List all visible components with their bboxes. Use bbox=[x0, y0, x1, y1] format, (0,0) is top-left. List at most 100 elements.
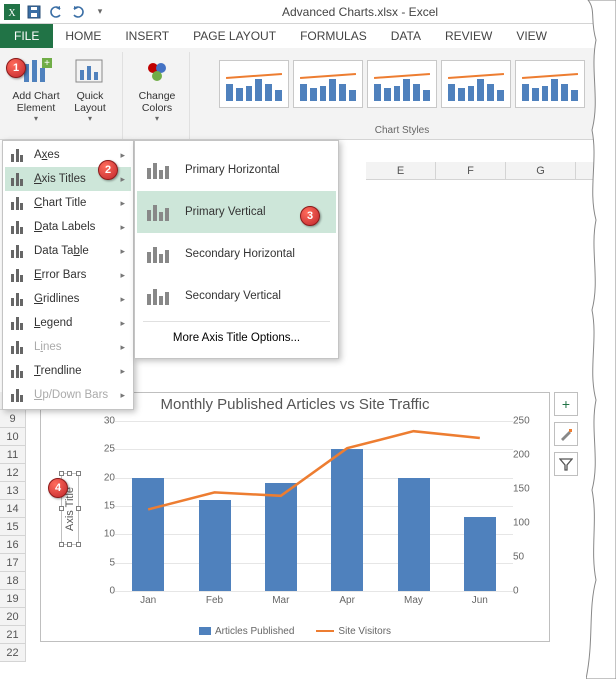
chevron-right-icon: ▸ bbox=[120, 390, 125, 401]
chart-mini-icon bbox=[11, 244, 27, 258]
chart-styles-group-label: Chart Styles bbox=[375, 123, 429, 139]
row-header[interactable]: 9 bbox=[0, 410, 26, 428]
svg-text:+: + bbox=[44, 58, 50, 69]
x-tick-label: Jun bbox=[447, 595, 513, 606]
axis-title-icon bbox=[147, 245, 171, 263]
tab-file[interactable]: FILE bbox=[0, 24, 53, 48]
chart-mini-icon bbox=[11, 388, 27, 402]
tab-view[interactable]: VIEW bbox=[504, 24, 559, 48]
column-header[interactable]: E bbox=[366, 162, 436, 179]
undo-icon[interactable] bbox=[48, 4, 64, 20]
callout-4: 4 bbox=[48, 478, 68, 498]
legend-swatch-bar bbox=[199, 627, 211, 635]
line-series[interactable] bbox=[115, 421, 513, 591]
menu-item-gridlines[interactable]: Gridlines▸ bbox=[5, 287, 131, 311]
menu-item-lines: Lines▸ bbox=[5, 335, 131, 359]
chart-style-thumb[interactable] bbox=[515, 60, 585, 108]
quick-layout-button[interactable]: Quick Layout ▾ bbox=[64, 54, 116, 123]
row-header[interactable]: 16 bbox=[0, 536, 26, 554]
axis-title-icon bbox=[147, 287, 171, 305]
chart-mini-icon bbox=[11, 148, 27, 162]
chevron-right-icon: ▸ bbox=[120, 174, 125, 185]
row-header[interactable]: 19 bbox=[0, 590, 26, 608]
change-colors-icon bbox=[141, 56, 173, 88]
callout-2: 2 bbox=[98, 160, 118, 180]
column-header[interactable]: G bbox=[506, 162, 576, 179]
tab-insert[interactable]: INSERT bbox=[113, 24, 181, 48]
chart-mini-icon bbox=[11, 316, 27, 330]
column-header[interactable]: F bbox=[436, 162, 506, 179]
chevron-right-icon: ▸ bbox=[120, 342, 125, 353]
change-colors-button[interactable]: Change Colors ▾ bbox=[131, 54, 183, 123]
save-icon[interactable] bbox=[26, 4, 42, 20]
legend-item[interactable]: Articles Published bbox=[199, 626, 294, 637]
excel-icon: X bbox=[4, 4, 20, 20]
chart-filters-button[interactable] bbox=[554, 452, 578, 476]
chart-style-thumb[interactable] bbox=[367, 60, 437, 108]
chart-mini-icon bbox=[11, 220, 27, 234]
tab-page-layout[interactable]: PAGE LAYOUT bbox=[181, 24, 288, 48]
x-tick-label: May bbox=[380, 595, 446, 606]
chart-styles-gallery[interactable] bbox=[219, 54, 585, 108]
embedded-chart[interactable]: Monthly Published Articles vs Site Traff… bbox=[40, 392, 550, 642]
row-header[interactable]: 17 bbox=[0, 554, 26, 572]
chevron-down-icon: ▾ bbox=[155, 114, 159, 123]
chart-mini-icon bbox=[11, 292, 27, 306]
x-tick-label: Feb bbox=[181, 595, 247, 606]
menu-item-trendline[interactable]: Trendline▸ bbox=[5, 359, 131, 383]
row-header[interactable]: 14 bbox=[0, 500, 26, 518]
tab-home[interactable]: HOME bbox=[53, 24, 113, 48]
row-header[interactable]: 20 bbox=[0, 608, 26, 626]
redo-icon[interactable] bbox=[70, 4, 86, 20]
chevron-right-icon: ▸ bbox=[120, 366, 125, 377]
menu-item-error-bars[interactable]: Error Bars▸ bbox=[5, 263, 131, 287]
tab-formulas[interactable]: FORMULAS bbox=[288, 24, 379, 48]
row-header[interactable]: 22 bbox=[0, 644, 26, 662]
add-chart-element-menu: Axes▸ Axis Titles▸ Chart Title▸ Data Lab… bbox=[2, 140, 134, 410]
chevron-right-icon: ▸ bbox=[120, 246, 125, 257]
callout-3: 3 bbox=[300, 206, 320, 226]
change-colors-label: Change Colors bbox=[139, 90, 176, 114]
chevron-right-icon: ▸ bbox=[120, 270, 125, 281]
svg-text:X: X bbox=[8, 8, 16, 19]
row-header[interactable]: 11 bbox=[0, 446, 26, 464]
chart-styles-button[interactable] bbox=[554, 422, 578, 446]
row-header[interactable]: 10 bbox=[0, 428, 26, 446]
submenu-item-secondary-vertical[interactable]: Secondary Vertical bbox=[137, 275, 336, 317]
tab-review[interactable]: REVIEW bbox=[433, 24, 504, 48]
left-y-axis: 051015202530 bbox=[93, 417, 115, 593]
menu-item-data-labels[interactable]: Data Labels▸ bbox=[5, 215, 131, 239]
x-tick-label: Mar bbox=[248, 595, 314, 606]
column-header[interactable]: H bbox=[576, 162, 616, 179]
submenu-item-primary-horizontal[interactable]: Primary Horizontal bbox=[137, 149, 336, 191]
quick-layout-icon bbox=[74, 56, 106, 88]
qat-customize-icon[interactable]: ▾ bbox=[92, 4, 108, 20]
x-tick-label: Apr bbox=[314, 595, 380, 606]
row-header[interactable]: 18 bbox=[0, 572, 26, 590]
more-axis-title-options[interactable]: More Axis Title Options... bbox=[137, 326, 336, 350]
row-header[interactable]: 13 bbox=[0, 482, 26, 500]
chart-style-thumb[interactable] bbox=[293, 60, 363, 108]
chart-mini-icon bbox=[11, 340, 27, 354]
chevron-right-icon: ▸ bbox=[120, 222, 125, 233]
menu-item-legend[interactable]: Legend▸ bbox=[5, 311, 131, 335]
right-y-axis: 050100150200250 bbox=[513, 417, 541, 593]
chart-style-thumb[interactable] bbox=[441, 60, 511, 108]
axis-title-icon bbox=[147, 161, 171, 179]
menu-item-up-down-bars: Up/Down Bars▸ bbox=[5, 383, 131, 407]
row-header[interactable]: 21 bbox=[0, 626, 26, 644]
submenu-item-secondary-horizontal[interactable]: Secondary Horizontal bbox=[137, 233, 336, 275]
row-header[interactable]: 15 bbox=[0, 518, 26, 536]
menu-item-data-table[interactable]: Data Table▸ bbox=[5, 239, 131, 263]
tab-data[interactable]: DATA bbox=[379, 24, 433, 48]
chart-elements-button[interactable]: + bbox=[554, 392, 578, 416]
chevron-down-icon: ▾ bbox=[88, 114, 92, 123]
row-header[interactable]: 12 bbox=[0, 464, 26, 482]
legend-item[interactable]: Site Visitors bbox=[316, 626, 391, 637]
menu-item-chart-title[interactable]: Chart Title▸ bbox=[5, 191, 131, 215]
callout-1: 1 bbox=[6, 58, 26, 78]
chart-legend[interactable]: Articles Published Site Visitors bbox=[41, 626, 549, 637]
plot-area[interactable] bbox=[115, 421, 513, 591]
chart-style-thumb[interactable] bbox=[219, 60, 289, 108]
axis-title-icon bbox=[147, 203, 171, 221]
